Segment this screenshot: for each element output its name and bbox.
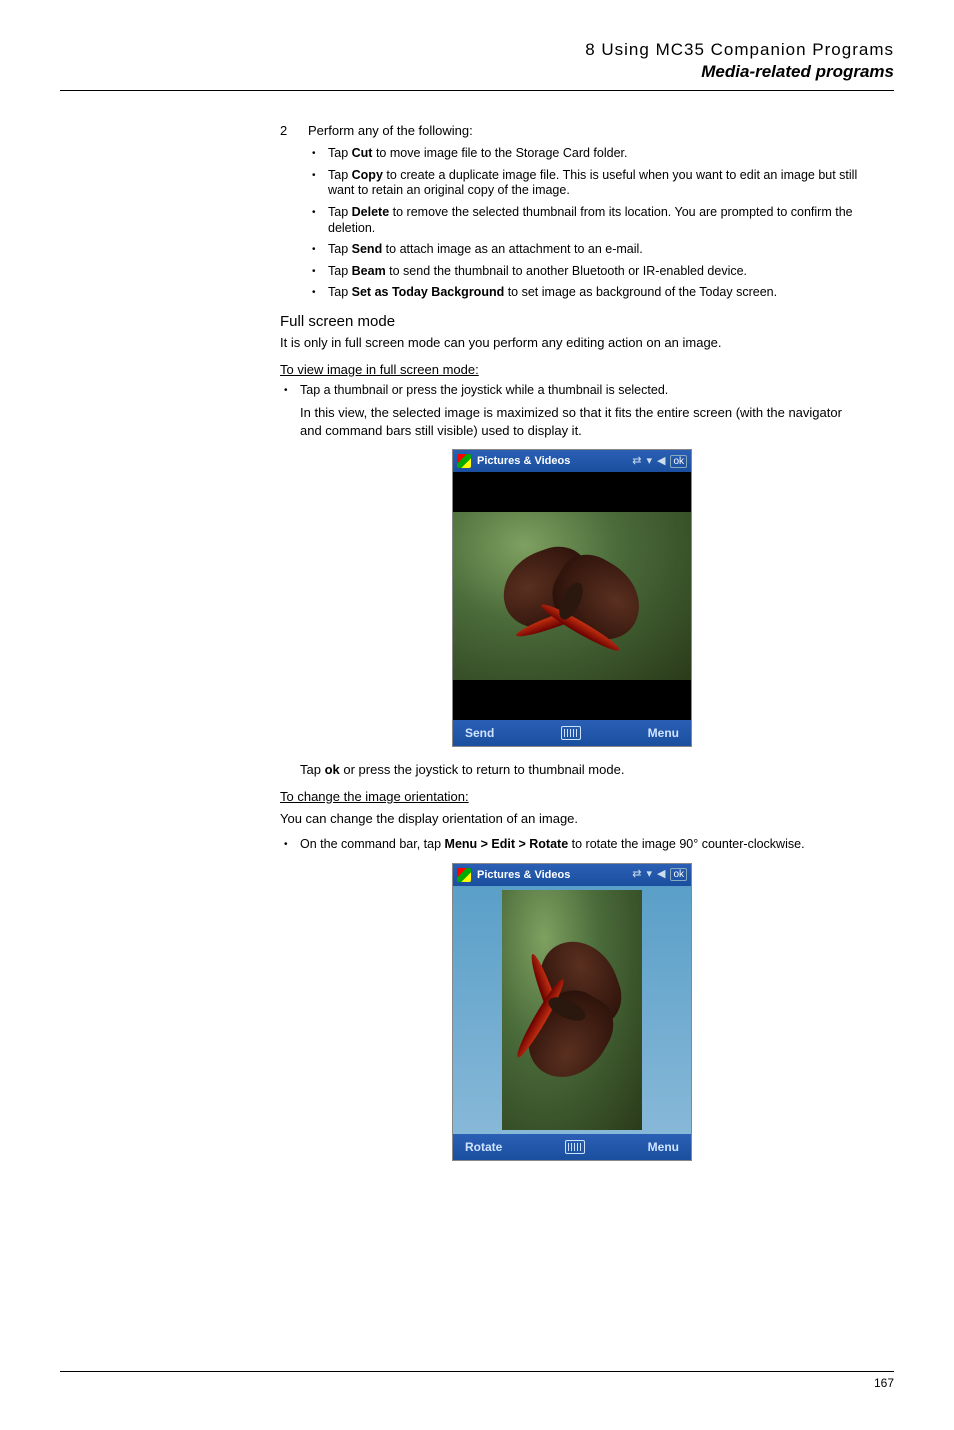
titlebar: Pictures & Videos ⇄ ▾ ◀ ok: [453, 864, 691, 886]
command-bar: Send Menu: [453, 720, 691, 746]
list-item: • Tap Delete to remove the selected thum…: [308, 205, 864, 236]
page-number: 167: [60, 1376, 894, 1390]
list-item: • Tap Send to attach image as an attachm…: [308, 242, 864, 258]
fullscreen-heading: Full screen mode: [280, 313, 864, 330]
rotate-softkey[interactable]: Rotate: [465, 1140, 502, 1154]
titlebar: Pictures & Videos ⇄ ▾ ◀ ok: [453, 450, 691, 472]
chapter-title: 8 Using MC35 Companion Programs: [310, 40, 894, 60]
section-title: Media-related programs: [310, 62, 894, 82]
bullet-text: Tap Set as Today Background to set image…: [328, 285, 864, 301]
start-flag-icon[interactable]: [457, 454, 471, 468]
image-viewport[interactable]: [453, 886, 691, 1134]
view-proc-closing: Tap ok or press the joystick to return t…: [300, 761, 864, 779]
ok-button[interactable]: ok: [670, 455, 687, 468]
bullet-text: Tap Copy to create a duplicate image fil…: [328, 168, 864, 199]
speaker-icon[interactable]: ◀: [657, 456, 665, 467]
signal-icon[interactable]: ▾: [646, 869, 652, 880]
view-proc-heading: To view image in full screen mode:: [280, 362, 864, 377]
status-icons: ⇄ ▾ ◀ ok: [632, 868, 687, 881]
rotate-proc-intro: You can change the display orientation o…: [280, 810, 864, 828]
bullet-icon: •: [308, 168, 328, 199]
bullet-icon: •: [308, 146, 328, 162]
app-title: Pictures & Videos: [477, 455, 632, 467]
bullet-text: On the command bar, tap Menu > Edit > Ro…: [300, 837, 864, 853]
send-softkey[interactable]: Send: [465, 726, 494, 740]
list-item: • Tap Beam to send the thumbnail to anot…: [308, 264, 864, 280]
bullet-icon: •: [280, 383, 300, 399]
bullet-icon: •: [308, 242, 328, 258]
page-footer: 167: [60, 1371, 894, 1390]
list-item: • Tap Copy to create a duplicate image f…: [308, 168, 864, 199]
list-item: • Tap Cut to move image file to the Stor…: [308, 146, 864, 162]
fullscreen-intro: It is only in full screen mode can you p…: [280, 334, 864, 352]
bullet-text: Tap Delete to remove the selected thumbn…: [328, 205, 864, 236]
device-screenshot: Pictures & Videos ⇄ ▾ ◀ ok: [452, 449, 692, 747]
screenshot-1: Pictures & Videos ⇄ ▾ ◀ ok: [280, 449, 864, 747]
start-flag-icon[interactable]: [457, 868, 471, 882]
ok-button[interactable]: ok: [670, 868, 687, 881]
page-header: 8 Using MC35 Companion Programs Media-re…: [310, 40, 894, 82]
list-item: • Tap a thumbnail or press the joystick …: [280, 383, 864, 399]
footer-rule: [60, 1371, 894, 1372]
status-icons: ⇄ ▾ ◀ ok: [632, 455, 687, 468]
list-item: • Tap Set as Today Background to set ima…: [308, 285, 864, 301]
step-intro: Perform any of the following:: [308, 123, 864, 138]
photo-butterfly: [453, 512, 691, 680]
rotate-proc-heading: To change the image orientation:: [280, 789, 864, 804]
bullet-text: Tap Send to attach image as an attachmen…: [328, 242, 864, 258]
app-title: Pictures & Videos: [477, 869, 632, 881]
bullet-text: Tap Beam to send the thumbnail to anothe…: [328, 264, 864, 280]
signal-icon[interactable]: ▾: [646, 456, 652, 467]
bullet-text: Tap Cut to move image file to the Storag…: [328, 146, 864, 162]
step-number: 2: [280, 123, 308, 138]
image-viewport[interactable]: [453, 472, 691, 720]
device-screenshot: Pictures & Videos ⇄ ▾ ◀ ok: [452, 863, 692, 1161]
connectivity-icon[interactable]: ⇄: [632, 869, 641, 880]
bullet-icon: •: [308, 205, 328, 236]
step-2: 2 Perform any of the following:: [280, 123, 864, 138]
speaker-icon[interactable]: ◀: [657, 869, 665, 880]
view-proc-detail: In this view, the selected image is maxi…: [300, 404, 864, 439]
bullet-text: Tap a thumbnail or press the joystick wh…: [300, 383, 864, 399]
main-content: 2 Perform any of the following: • Tap Cu…: [280, 123, 864, 1161]
command-bar: Rotate Menu: [453, 1134, 691, 1160]
screenshot-2: Pictures & Videos ⇄ ▾ ◀ ok: [280, 863, 864, 1161]
bullet-icon: •: [280, 837, 300, 853]
keyboard-icon[interactable]: [561, 726, 581, 740]
photo-butterfly-rotated: [502, 890, 642, 1130]
action-bullets: • Tap Cut to move image file to the Stor…: [308, 146, 864, 301]
menu-softkey[interactable]: Menu: [648, 1140, 679, 1154]
connectivity-icon[interactable]: ⇄: [632, 456, 641, 467]
menu-softkey[interactable]: Menu: [648, 726, 679, 740]
header-rule: [60, 90, 894, 91]
bullet-icon: •: [308, 285, 328, 301]
keyboard-icon[interactable]: [565, 1140, 585, 1154]
bullet-icon: •: [308, 264, 328, 280]
list-item: • On the command bar, tap Menu > Edit > …: [280, 837, 864, 853]
